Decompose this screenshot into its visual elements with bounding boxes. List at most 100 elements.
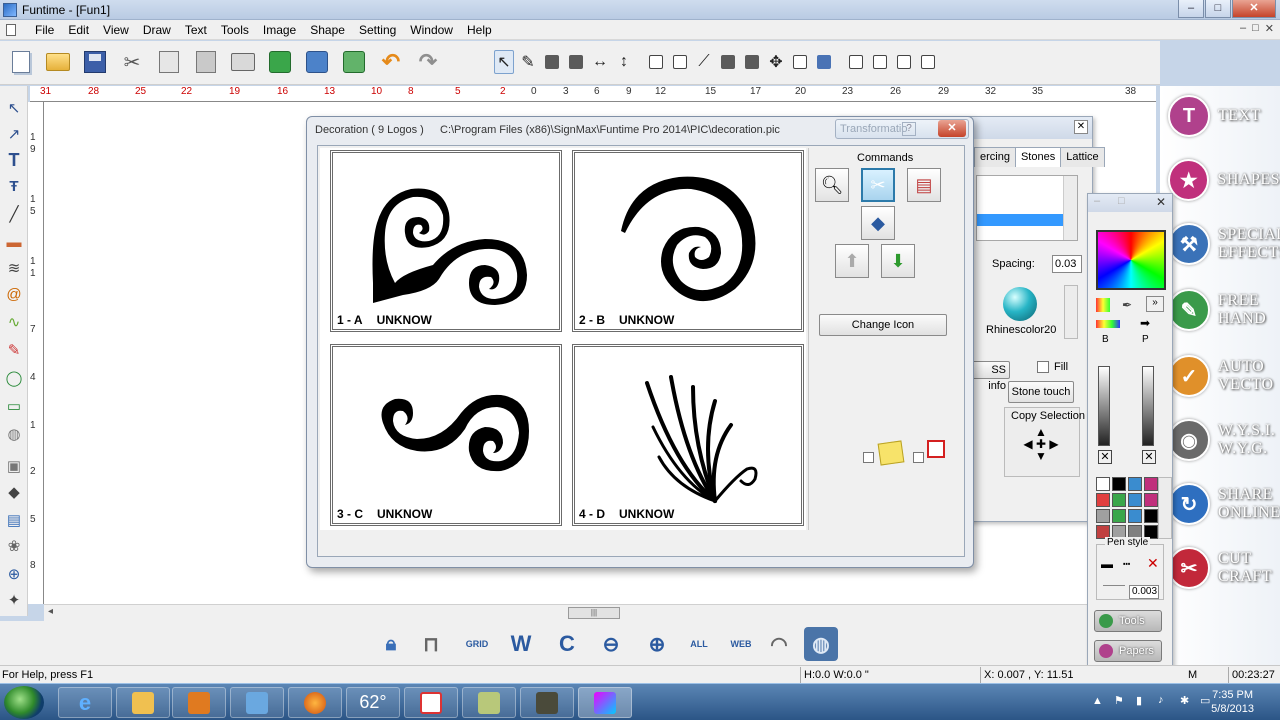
- zoom-tool[interactable]: ⊕: [4, 564, 24, 584]
- network-icon[interactable]: ▮: [1136, 694, 1142, 707]
- stone-scrollbar[interactable]: [1064, 285, 1078, 339]
- magnet-button[interactable]: ◠: [762, 627, 796, 661]
- list-scrollbar[interactable]: [1063, 176, 1077, 240]
- node-tool[interactable]: ↗: [4, 124, 24, 144]
- menu-edit[interactable]: Edit: [61, 22, 96, 38]
- pen-width-input[interactable]: 0.003: [1129, 585, 1159, 599]
- no-line-icon[interactable]: ✕: [1147, 555, 1159, 572]
- library-button[interactable]: ▤: [907, 168, 941, 202]
- no-pen-icon[interactable]: ✕: [1142, 450, 1156, 464]
- move-button[interactable]: ✥: [766, 50, 786, 74]
- bezier-tool[interactable]: ∿: [4, 312, 24, 332]
- text-feature-button[interactable]: T TEXT: [1168, 92, 1280, 140]
- rectangle-tool[interactable]: ▭: [4, 396, 24, 416]
- pen-slider[interactable]: [1142, 366, 1154, 446]
- taskbar-ie[interactable]: e: [58, 687, 112, 718]
- zoom-out-button[interactable]: ⊖: [594, 627, 628, 661]
- align-button[interactable]: [814, 50, 834, 74]
- insert-logo-button[interactable]: ✂: [861, 168, 895, 202]
- shapes-feature-button[interactable]: ★ SHAPES: [1168, 156, 1280, 204]
- spacing-input[interactable]: 0.03: [1052, 255, 1082, 273]
- taskbar-explorer[interactable]: [116, 687, 170, 718]
- redo-button[interactable]: ↷: [413, 47, 443, 77]
- shadow-button[interactable]: [790, 50, 810, 74]
- flag-icon[interactable]: ⚑: [1114, 694, 1124, 707]
- text-tool[interactable]: T: [4, 150, 24, 170]
- word-button[interactable]: W: [504, 627, 538, 661]
- special-effects-button[interactable]: ⚒ SPECIAL EFFECTS: [1168, 220, 1280, 268]
- color-swatch[interactable]: [1128, 509, 1142, 523]
- option-checkbox-2[interactable]: [913, 452, 924, 463]
- refresh-button[interactable]: [265, 47, 295, 77]
- color-minimize-button[interactable]: –: [1094, 195, 1100, 207]
- maximize-button[interactable]: □: [1205, 0, 1231, 18]
- color-swatch[interactable]: [1096, 493, 1110, 507]
- menu-draw[interactable]: Draw: [136, 22, 178, 38]
- globe-button[interactable]: ◍: [804, 627, 838, 661]
- color-swatch[interactable]: [1144, 477, 1158, 491]
- stone-touch-button[interactable]: Stone touch: [1008, 381, 1074, 403]
- arrange-4-button[interactable]: [918, 50, 938, 74]
- color-swatch[interactable]: [1128, 477, 1142, 491]
- flip-horizontal-button[interactable]: ↔: [590, 50, 610, 74]
- change-icon-button[interactable]: Change Icon: [819, 314, 947, 336]
- clock[interactable]: 7:35 PM 5/8/2013: [1211, 688, 1254, 716]
- ss-info-button[interactable]: SS info: [970, 361, 1010, 392]
- tab-stones[interactable]: Stones: [1014, 147, 1062, 167]
- tray-expand-icon[interactable]: ▲: [1092, 695, 1103, 707]
- help-button[interactable]: ?: [902, 122, 916, 136]
- battery-icon[interactable]: ▭: [1200, 694, 1210, 707]
- start-button[interactable]: [4, 686, 44, 719]
- menu-file[interactable]: File: [28, 22, 61, 38]
- freehand-tool[interactable]: ✎: [4, 340, 24, 360]
- copy-button[interactable]: [154, 47, 184, 77]
- pointer-tool[interactable]: ↖: [4, 98, 24, 118]
- zoom-fit-button[interactable]: ⊕: [640, 627, 674, 661]
- solid-line-icon[interactable]: ▬: [1101, 557, 1113, 571]
- document-icon[interactable]: [6, 24, 16, 36]
- layer-tool[interactable]: ▤: [4, 510, 24, 530]
- arrange-1-button[interactable]: [846, 50, 866, 74]
- export-button[interactable]: [339, 47, 369, 77]
- menu-text[interactable]: Text: [178, 22, 214, 38]
- paragraph-tool[interactable]: Ŧ: [4, 176, 24, 196]
- fill-checkbox[interactable]: [1037, 361, 1049, 373]
- taskbar-media[interactable]: [172, 687, 226, 718]
- color-swatch[interactable]: [1112, 509, 1126, 523]
- ellipse-tool[interactable]: ◯: [4, 368, 24, 388]
- preview-button[interactable]: 🔍︎: [815, 168, 849, 202]
- group-button[interactable]: [670, 50, 690, 74]
- no-fill-icon[interactable]: ✕: [1098, 450, 1112, 464]
- undo-button[interactable]: ↶: [376, 47, 406, 77]
- color-swatch[interactable]: [1144, 509, 1158, 523]
- arrange-2-button[interactable]: [870, 50, 890, 74]
- logo-cell-4d[interactable]: 4 - D UNKNOW: [572, 344, 804, 526]
- select-tool-button[interactable]: ↖: [494, 50, 514, 74]
- image-tool[interactable]: ▣: [4, 456, 24, 476]
- grid-button[interactable]: GRID: [460, 627, 494, 661]
- option-checkbox-1[interactable]: [863, 452, 874, 463]
- line-tool[interactable]: ▬: [4, 232, 24, 252]
- color-swatch[interactable]: [1112, 477, 1126, 491]
- taskbar-funtime[interactable]: [578, 687, 632, 718]
- pen-tool[interactable]: ╱: [4, 204, 24, 224]
- taskbar-firefox[interactable]: [288, 687, 342, 718]
- cut-button[interactable]: ✂: [117, 47, 147, 77]
- delete-logo-button[interactable]: ◆: [861, 206, 895, 240]
- wand-tool[interactable]: ✦: [4, 590, 24, 610]
- paste-button[interactable]: [191, 47, 221, 77]
- shape-tool[interactable]: ◍: [4, 424, 24, 444]
- tab-piercing[interactable]: ercing: [974, 147, 1016, 167]
- wysiwyg-button[interactable]: ◉ W.Y.S.I. W.Y.G.: [1168, 416, 1280, 464]
- arrange-3-button[interactable]: [894, 50, 914, 74]
- arrow-right-icon[interactable]: ➡: [1140, 316, 1150, 330]
- menu-shape[interactable]: Shape: [303, 22, 352, 38]
- taskbar-weather[interactable]: 62°: [346, 687, 400, 718]
- stone-tool[interactable]: ❀: [4, 536, 24, 556]
- move-down-button[interactable]: ⬇: [881, 244, 915, 278]
- share-online-button[interactable]: ↻ SHARE ONLINE: [1168, 480, 1280, 528]
- logo-cell-2b[interactable]: 2 - B UNKNOW: [572, 150, 804, 332]
- node-edit-button[interactable]: ✎: [518, 50, 538, 74]
- mirror-button[interactable]: [742, 50, 762, 74]
- menu-view[interactable]: View: [96, 22, 136, 38]
